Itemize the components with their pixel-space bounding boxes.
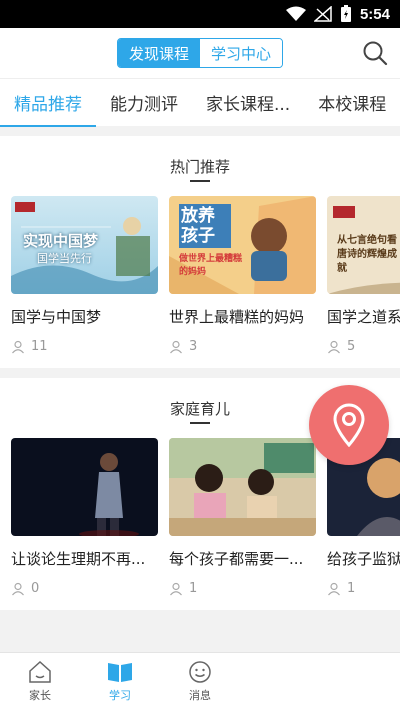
section-hot-recommend: 热门推荐 实现中国梦 国学当先行 国学与中国梦 11 放养孩子 做世界上最糟糕的… (0, 136, 400, 368)
wifi-icon (285, 6, 306, 21)
tab-parent-courses[interactable]: 家长课程... (192, 79, 304, 127)
nav-home[interactable]: 家长 (0, 653, 80, 710)
user-icon (12, 582, 24, 595)
user-icon (170, 340, 182, 353)
course-meta: 11 (11, 339, 158, 354)
user-icon (170, 582, 182, 595)
learner-count: 11 (31, 339, 48, 354)
status-time: 5:54 (359, 5, 390, 23)
thumbnail-subcaption: 做世界上最糟糕的妈妈 (179, 254, 243, 277)
learner-count: 0 (31, 581, 40, 596)
course-thumbnail[interactable] (169, 438, 316, 536)
thumbnail-caption: 从七言绝句看唐诗的辉煌成就 (337, 235, 397, 274)
course-meta: 0 (11, 581, 158, 596)
title-divider (190, 180, 210, 182)
nav-messages-label: 消息 (189, 689, 211, 702)
thumbnail-art (169, 438, 316, 536)
book-icon (108, 663, 132, 682)
status-bar: 5:54 (0, 0, 400, 28)
course-title: 每个孩子都需要一... (169, 550, 304, 568)
user-icon (328, 340, 340, 353)
course-meta: 3 (169, 339, 316, 354)
app-screen: 5:54 发现课程 学习中心 精品推荐 能力测评 家长课程... 本校课程 热门… (0, 0, 400, 710)
top-header: 发现课程 学习中心 (0, 28, 400, 78)
section-title: 热门推荐 (169, 158, 230, 176)
location-fab[interactable] (309, 385, 389, 465)
smiley-chat-icon (189, 661, 211, 683)
bottom-navigation: 家长 学习 消息 (0, 652, 400, 710)
tab-featured[interactable]: 精品推荐 (0, 79, 96, 127)
nav-home-label: 家长 (29, 689, 51, 702)
thumbnail-caption: 实现中国梦 (23, 232, 99, 250)
user-icon (328, 582, 340, 595)
segment-control: 发现课程 学习中心 (117, 38, 283, 68)
course-card[interactable]: 实现中国梦 国学当先行 国学与中国梦 11 (11, 196, 158, 354)
course-card[interactable]: 放养孩子 做世界上最糟糕的妈妈 世界上最糟糕的妈妈 3 (169, 196, 316, 354)
course-card[interactable]: 让谈论生理期不再... 0 (11, 438, 158, 596)
user-icon (12, 340, 24, 353)
thumbnail-subcaption: 国学当先行 (37, 252, 92, 265)
thumbnail-art (79, 453, 139, 536)
learner-count: 1 (189, 581, 198, 596)
course-title: 让谈论生理期不再... (11, 550, 146, 568)
course-title: 国学与中国梦 (11, 308, 102, 326)
course-card[interactable]: 每个孩子都需要一... 1 (169, 438, 316, 596)
category-tabs: 精品推荐 能力测评 家长课程... 本校课程 (0, 78, 400, 127)
course-meta: 1 (169, 581, 316, 596)
battery-icon (340, 5, 351, 22)
segment-study-center[interactable]: 学习中心 (200, 39, 282, 67)
search-icon[interactable] (362, 40, 388, 66)
tab-ability-test[interactable]: 能力测评 (96, 79, 192, 127)
course-card[interactable]: 从七言绝句看唐诗的辉煌成就 国学之道系 5 (327, 196, 400, 354)
learner-count: 5 (347, 339, 356, 354)
course-thumbnail[interactable]: 实现中国梦 国学当先行 (11, 196, 158, 294)
signal-icon (313, 6, 332, 22)
house-icon (29, 660, 51, 683)
course-thumbnail[interactable]: 放养孩子 做世界上最糟糕的妈妈 (169, 196, 316, 294)
course-meta: 1 (327, 581, 400, 596)
learner-count: 1 (347, 581, 356, 596)
course-thumbnail[interactable] (11, 438, 158, 536)
nav-messages[interactable]: 消息 (160, 653, 240, 710)
course-thumbnail[interactable]: 从七言绝句看唐诗的辉煌成就 (327, 196, 400, 294)
course-title: 世界上最糟糕的妈妈 (169, 308, 305, 326)
segment-discover-courses[interactable]: 发现课程 (118, 39, 200, 67)
title-divider (190, 422, 210, 424)
tab-school-courses[interactable]: 本校课程 (304, 79, 400, 127)
course-meta: 5 (327, 339, 400, 354)
course-title: 给孩子监狱 (327, 550, 400, 568)
course-list: 实现中国梦 国学当先行 国学与中国梦 11 放养孩子 做世界上最糟糕的妈妈 世界… (0, 196, 400, 354)
location-pin-icon (333, 403, 365, 447)
thumbnail-caption: 放养孩子 (179, 204, 231, 248)
learner-count: 3 (189, 339, 198, 354)
nav-study-label: 学习 (109, 689, 131, 702)
nav-study[interactable]: 学习 (80, 653, 160, 710)
course-title: 国学之道系 (327, 308, 400, 326)
